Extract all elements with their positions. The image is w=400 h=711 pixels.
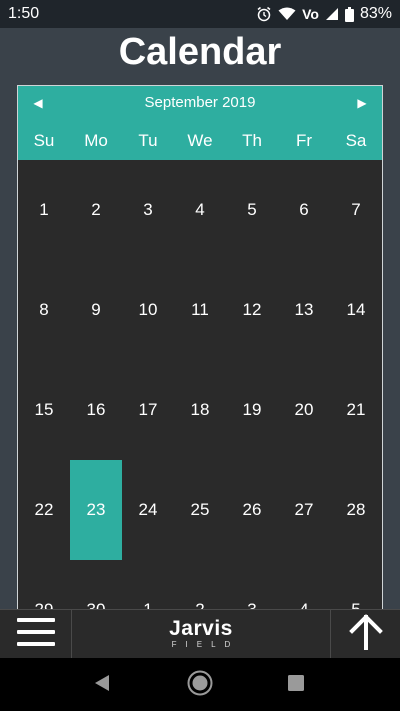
status-time: 1:50 [8, 5, 40, 22]
calendar-day[interactable]: 10 [122, 260, 174, 360]
calendar-day[interactable]: 2 [70, 160, 122, 260]
prev-month-button[interactable]: ◀ [26, 92, 50, 114]
logo-wordmark: Jarvis [169, 617, 233, 640]
hamburger-menu-icon [16, 616, 55, 653]
calendar-day-selected[interactable]: 23 [70, 460, 122, 560]
weekday-row: Su Mo Tu We Th Fr Sa [18, 130, 382, 152]
calendar-day[interactable]: 7 [330, 160, 382, 260]
weekday-label: Mo [84, 131, 108, 150]
calendar-day[interactable]: 25 [174, 460, 226, 560]
calendar-day[interactable]: 17 [122, 360, 174, 460]
calendar-day[interactable]: 18 [174, 360, 226, 460]
jarvis-field-logo: Jarvis FIELD [72, 610, 330, 658]
calendar-day[interactable]: 15 [18, 360, 70, 460]
logo-subtitle: FIELD [171, 640, 240, 649]
calendar-day[interactable]: 12 [226, 260, 278, 360]
calendar-day[interactable]: 19 [226, 360, 278, 460]
chevron-right-icon: ▶ [357, 96, 367, 110]
calendar-day[interactable]: 26 [226, 460, 278, 560]
signal-icon [325, 7, 339, 21]
home-circle-icon [186, 669, 214, 702]
calendar-day[interactable]: 4 [174, 160, 226, 260]
status-icons: Vo 83% [256, 5, 392, 23]
day-grid: 1 2 3 4 5 6 7 8 9 10 11 12 13 14 15 16 1… [18, 160, 382, 624]
chevron-left-icon: ◀ [33, 96, 43, 110]
calendar-day[interactable]: 6 [278, 160, 330, 260]
calendar-day[interactable]: 14 [330, 260, 382, 360]
calendar-day[interactable]: 22 [18, 460, 70, 560]
battery-percent: 83% [359, 5, 392, 22]
calendar-day[interactable]: 20 [278, 360, 330, 460]
weekday-label: Tu [138, 131, 158, 150]
home-button[interactable] [186, 669, 214, 702]
battery-icon [344, 6, 354, 22]
calendar-day[interactable]: 13 [278, 260, 330, 360]
back-triangle-icon [92, 673, 112, 698]
alarm-icon [256, 6, 272, 22]
arrow-up-icon [348, 613, 384, 655]
calendar-day[interactable]: 28 [330, 460, 382, 560]
recents-button[interactable] [282, 671, 310, 699]
weekday-label: Th [242, 131, 262, 150]
bottom-app-bar: Jarvis FIELD [0, 609, 400, 658]
calendar-day[interactable]: 1 [18, 160, 70, 260]
calendar-day[interactable]: 27 [278, 460, 330, 560]
calendar-widget: ◀ September 2019 ▶ Su Mo Tu We Th Fr Sa … [17, 85, 383, 625]
calendar-day[interactable]: 24 [122, 460, 174, 560]
weekday-label: We [187, 131, 213, 150]
recents-square-icon [287, 674, 305, 697]
network-label: Vo [302, 6, 319, 22]
calendar-day[interactable]: 8 [18, 260, 70, 360]
wifi-icon [278, 7, 296, 21]
weekday-label: Su [33, 131, 55, 150]
calendar-day[interactable]: 21 [330, 360, 382, 460]
calendar-day[interactable]: 3 [122, 160, 174, 260]
month-label: September 2019 [144, 94, 256, 111]
page-title: Calendar [118, 31, 282, 73]
scroll-up-button[interactable] [330, 610, 400, 658]
calendar-day[interactable]: 9 [70, 260, 122, 360]
calendar-day[interactable]: 16 [70, 360, 122, 460]
menu-button[interactable] [0, 610, 72, 658]
calendar-day[interactable]: 5 [226, 160, 278, 260]
weekday-label: Sa [345, 131, 367, 150]
calendar-day[interactable]: 11 [174, 260, 226, 360]
weekday-label: Fr [295, 131, 313, 150]
back-button[interactable] [88, 671, 116, 699]
next-month-button[interactable]: ▶ [350, 92, 374, 114]
status-bar: 1:50 Vo 83% [0, 0, 400, 28]
system-navigation-bar [0, 658, 400, 711]
calendar-header: ◀ September 2019 ▶ Su Mo Tu We Th Fr Sa [18, 86, 382, 160]
